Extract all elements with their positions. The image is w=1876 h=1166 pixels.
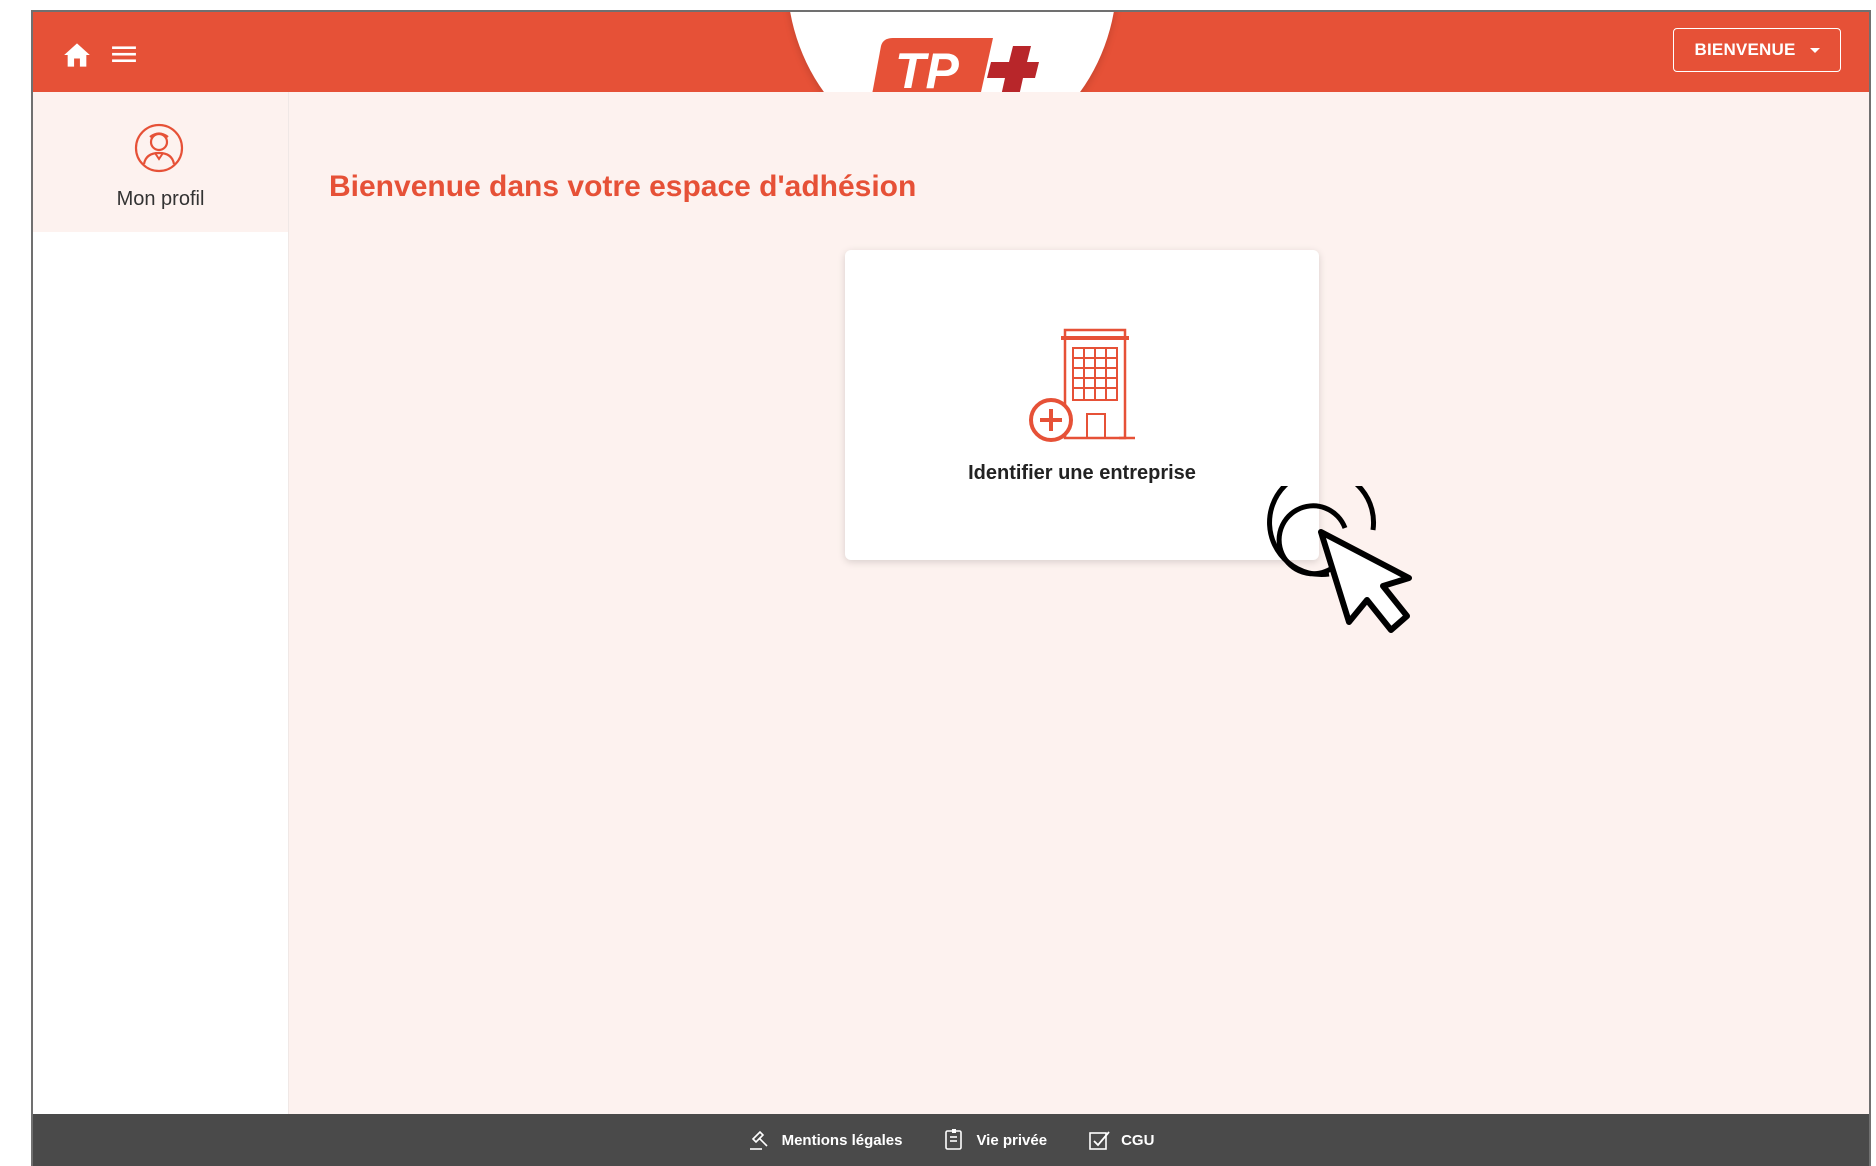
app-window: BIENVENUE TP Mon profil Bienvenue dans v… (31, 10, 1871, 1166)
footer-link-cgu[interactable]: CGU (1087, 1128, 1154, 1152)
sidebar-item-mon-profil[interactable]: Mon profil (33, 92, 288, 232)
main-content: Bienvenue dans votre espace d'adhésion I… (289, 92, 1869, 1114)
sidebar-item-label: Mon profil (116, 188, 205, 210)
user-profile-icon (134, 123, 184, 173)
sidebar: Mon profil (33, 92, 289, 1114)
document-icon (945, 1129, 963, 1150)
building-add-icon (1029, 328, 1135, 442)
checklist-icon (1089, 1131, 1110, 1150)
footer-link-label: Mentions légales (781, 1131, 903, 1149)
card-label: Identifier une entreprise (968, 462, 1196, 484)
hamburger-menu-icon[interactable] (111, 43, 137, 65)
footer-link-vie-privee[interactable]: Vie privée (942, 1128, 1047, 1152)
svg-text:TP: TP (895, 43, 960, 99)
footer-link-label: CGU (1121, 1131, 1155, 1149)
click-cursor-icon (1267, 486, 1412, 633)
welcome-button-label: BIENVENUE (1694, 40, 1796, 59)
footer-link-label: Vie privée (976, 1131, 1048, 1149)
home-icon[interactable] (63, 42, 91, 68)
footer: Mentions légales Vie privée CGU (33, 1114, 1869, 1166)
gavel-icon (749, 1130, 768, 1150)
footer-link-mentions-legales[interactable]: Mentions légales (748, 1128, 903, 1152)
page-title: Bienvenue dans votre espace d'adhésion (329, 170, 917, 203)
welcome-dropdown-button[interactable]: BIENVENUE (1673, 28, 1841, 72)
identify-company-card[interactable]: Identifier une entreprise (845, 250, 1319, 560)
chevron-down-icon (1809, 47, 1820, 53)
